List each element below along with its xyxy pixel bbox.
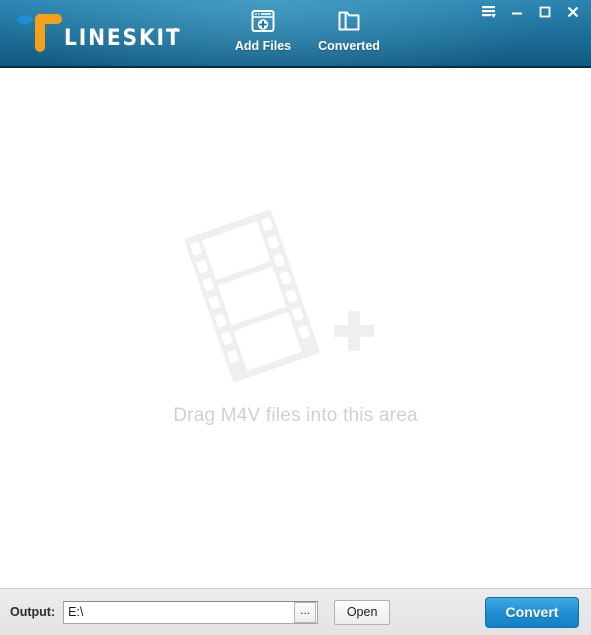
window-plus-icon (250, 8, 276, 34)
logo-mark-arm-icon (35, 14, 62, 24)
minimize-icon (510, 5, 524, 19)
open-button[interactable]: Open (334, 599, 391, 625)
film-strip-plus-icon (184, 209, 408, 387)
app-logo: LINESKIT (14, 8, 194, 56)
drop-zone[interactable]: Drag M4V files into this area (0, 68, 591, 588)
convert-button[interactable]: Convert (485, 596, 579, 628)
menu-button[interactable] (475, 1, 503, 23)
add-files-button[interactable]: Add Files (234, 6, 292, 53)
plus-icon (333, 310, 374, 351)
minimize-button[interactable] (503, 1, 531, 23)
output-label: Output: (10, 605, 56, 619)
title-bar: LINESKIT Add Files Converted (0, 0, 591, 68)
maximize-button[interactable] (531, 1, 559, 23)
file-list-area: Drag M4V files into this area (0, 68, 591, 588)
logo-dot-icon (17, 15, 33, 24)
film-strip-icon (184, 209, 319, 382)
output-path-field[interactable]: ... (63, 600, 319, 624)
close-button[interactable] (559, 1, 587, 23)
folder-icon (336, 8, 362, 34)
main-toolbar: Add Files Converted (234, 6, 380, 53)
browse-button[interactable]: ... (294, 601, 317, 623)
logo-text: LINESKIT (64, 26, 182, 51)
converted-label: Converted (318, 39, 380, 53)
application-window: LINESKIT Add Files Converted Drag M4V fi… (0, 0, 591, 635)
drop-zone-hint: Drag M4V files into this area (173, 404, 418, 426)
close-icon (566, 5, 580, 19)
converted-button[interactable]: Converted (318, 6, 380, 53)
add-files-label: Add Files (234, 39, 292, 53)
window-controls (475, 0, 587, 24)
output-path-input[interactable] (64, 601, 295, 623)
logo-trademark-icon (174, 28, 177, 31)
output-bar: Output: ... Open Convert (0, 588, 591, 635)
menu-lines-arrow-icon (481, 5, 497, 19)
maximize-icon (538, 5, 552, 19)
